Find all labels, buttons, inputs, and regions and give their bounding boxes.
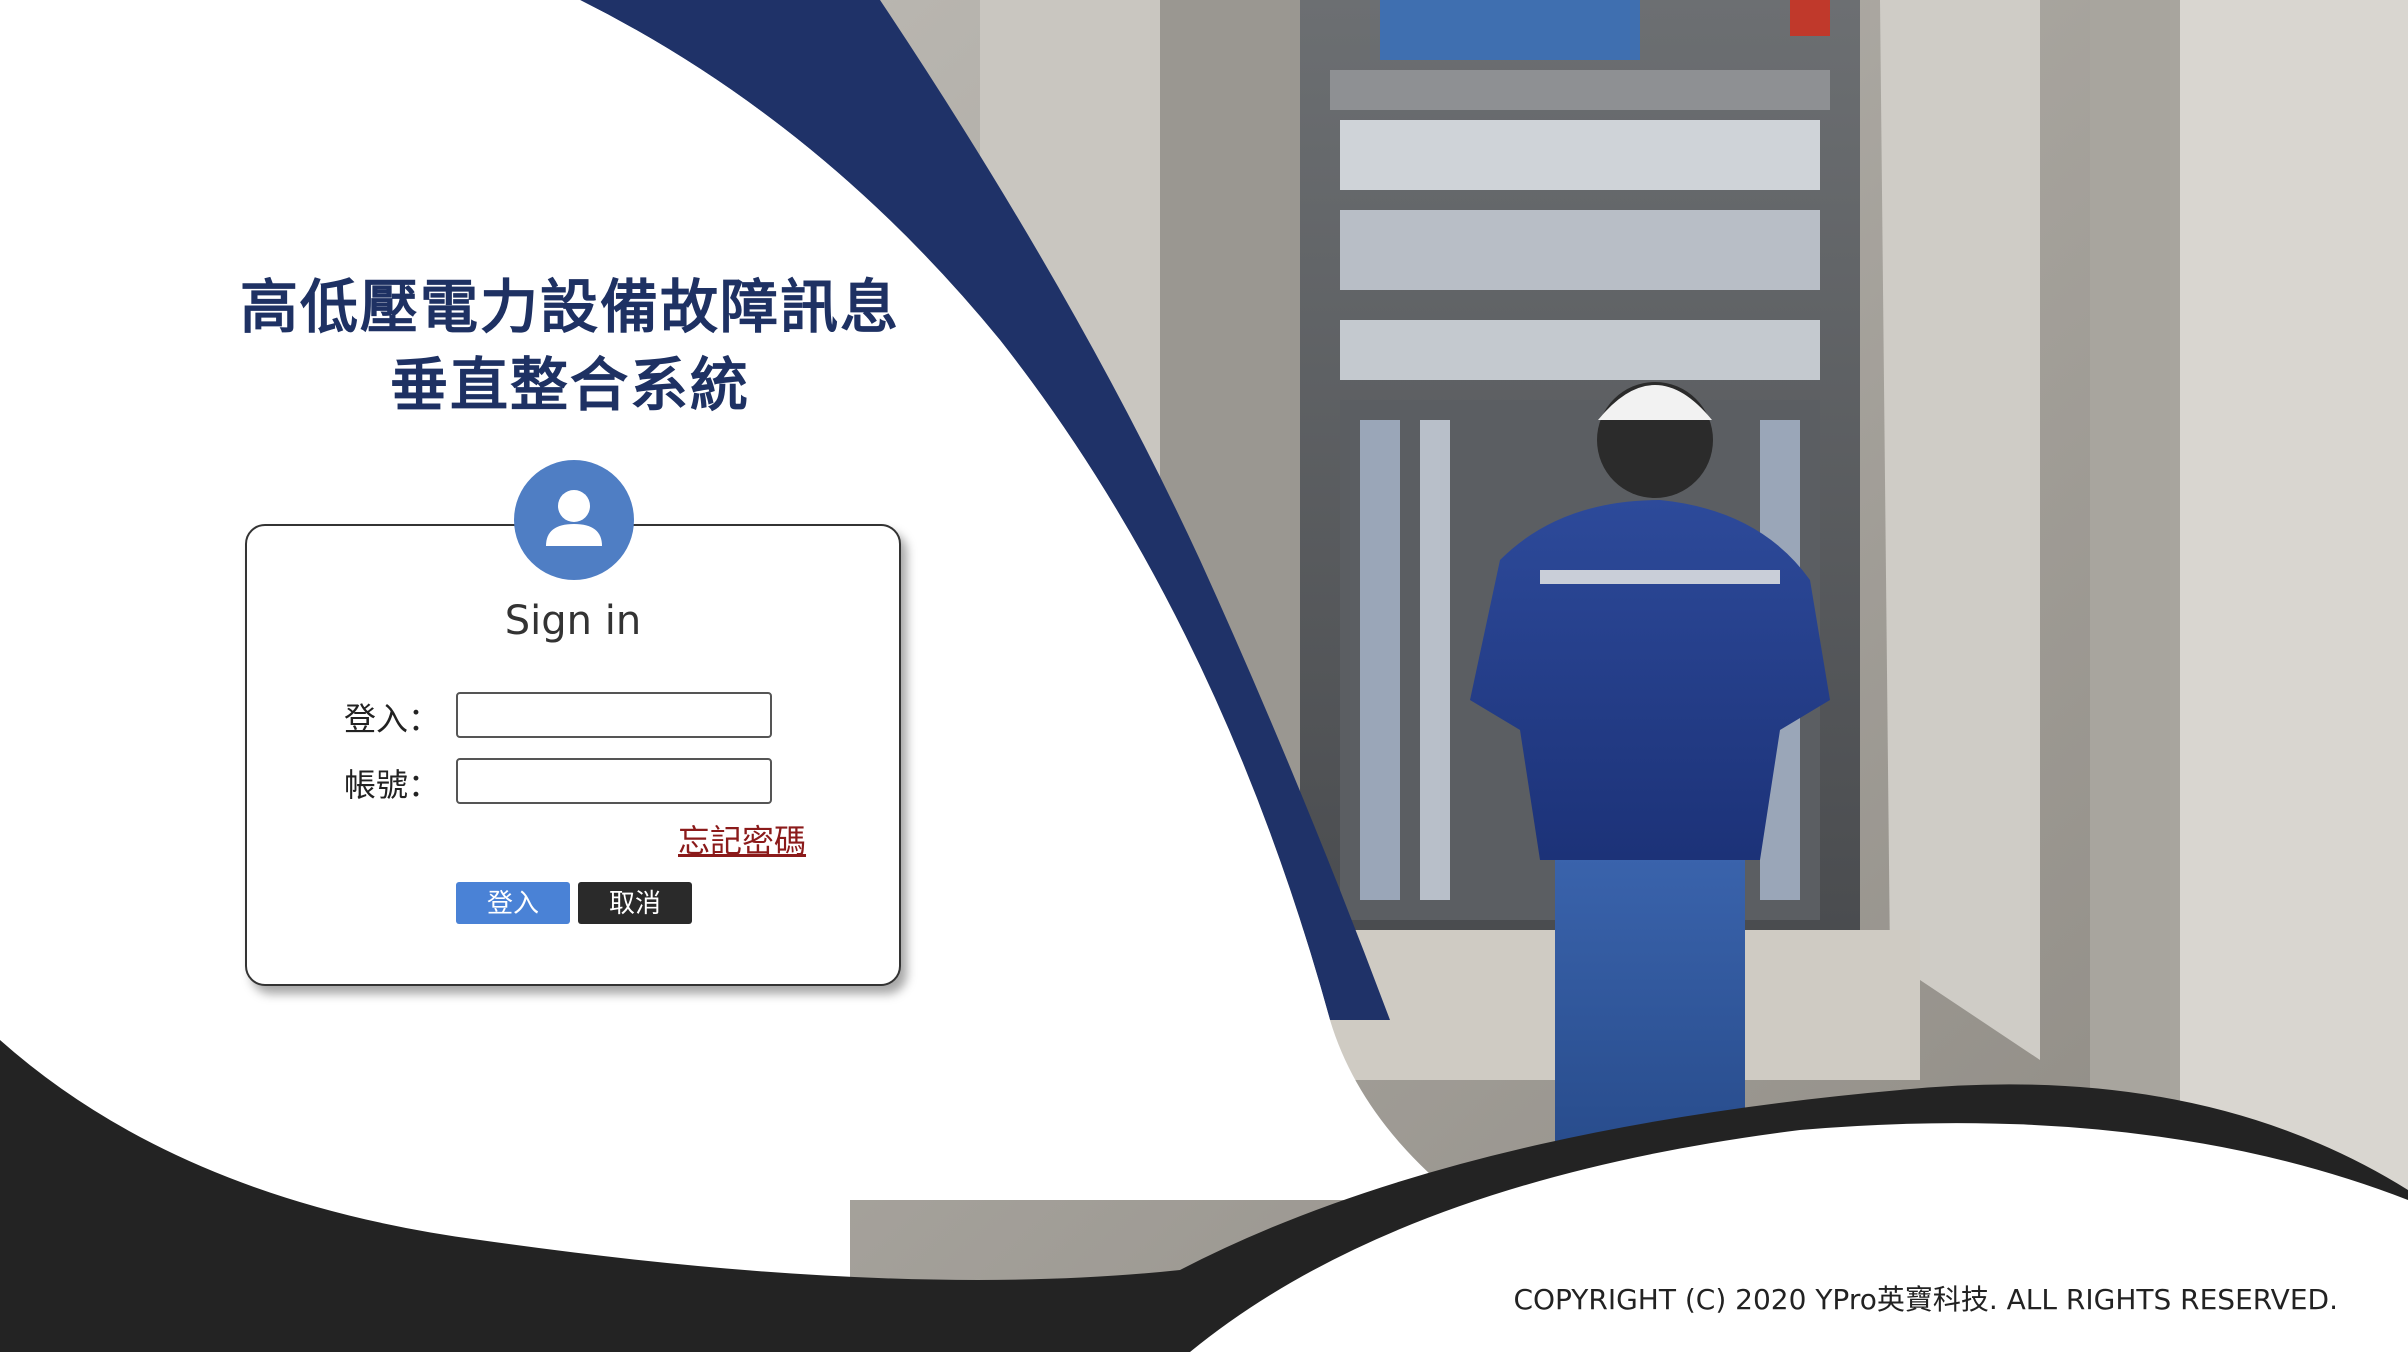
login-label: 登入： (343, 700, 440, 738)
cancel-button[interactable]: 取消 (578, 882, 692, 924)
account-input[interactable] (456, 758, 772, 804)
forgot-password-link[interactable]: 忘記密碼 (678, 816, 806, 862)
page-title-line-1: 高低壓電力設備故障訊息 (239, 273, 900, 341)
page-title-line-2: 垂直整合系統 (389, 351, 750, 419)
account-label: 帳號： (343, 766, 440, 804)
login-input[interactable] (456, 692, 772, 738)
login-page: 高低壓電力設備故障訊息 垂直整合系統 Sign in 登入： 帳號： 忘記密碼 … (0, 0, 2408, 1352)
login-button[interactable]: 登入 (456, 882, 570, 924)
sign-in-heading: Sign in (504, 598, 642, 644)
copyright-text: COPYRIGHT (C) 2020 YPro英寶科技. ALL RIGHTS … (1513, 1283, 2338, 1316)
user-icon (514, 460, 634, 580)
login-card (245, 524, 901, 986)
